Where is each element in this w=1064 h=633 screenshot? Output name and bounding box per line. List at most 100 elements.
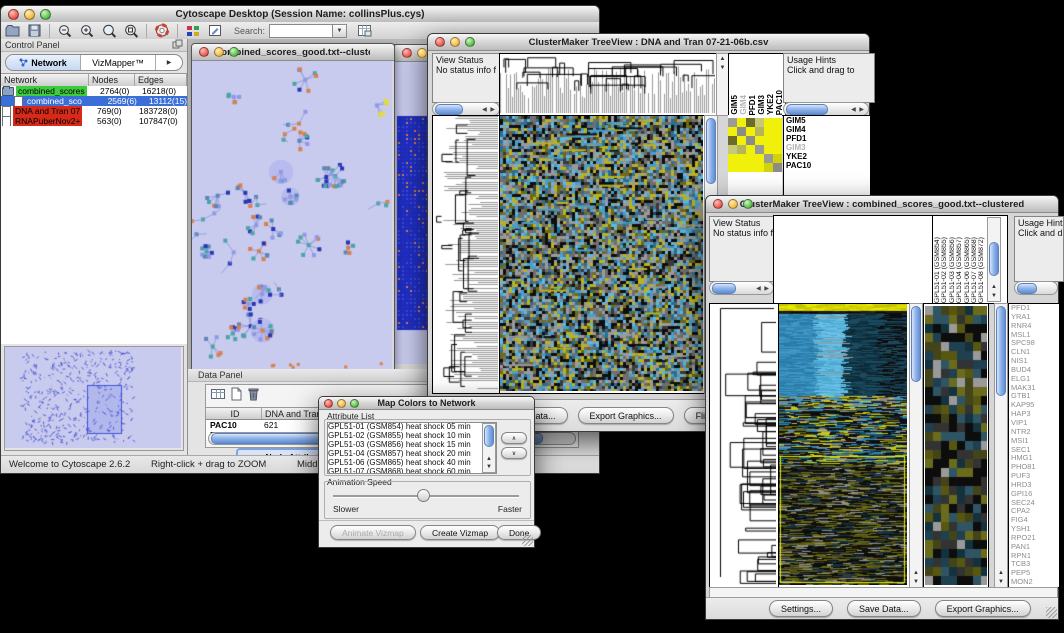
tab-network[interactable]: Network [6, 55, 81, 70]
zoom-fit-button[interactable] [120, 23, 142, 39]
close-icon[interactable] [713, 199, 723, 209]
zoom-window-icon[interactable] [743, 199, 753, 209]
col-edges[interactable]: Edges [135, 74, 187, 86]
tv1-row-dendrogram[interactable] [432, 115, 501, 394]
network-view-1-canvas[interactable] [192, 61, 392, 369]
save-button[interactable] [23, 23, 45, 39]
network-tree-row[interactable]: RNAPuberNov2+ 563(0) 107847(0) [1, 116, 187, 126]
search-input[interactable] [269, 24, 333, 38]
column-label[interactable]: GPL51-06 (GSM865) [964, 237, 971, 303]
zoom-out-button[interactable] [54, 23, 76, 39]
tv2-collabel-scrollbar[interactable]: ▲ ▼ [987, 217, 1001, 302]
tv2-hints-scrollbar[interactable] [1014, 281, 1058, 295]
resize-grip[interactable] [1046, 607, 1057, 618]
col-network[interactable]: Network [1, 74, 89, 86]
tv1-status-scrollbar[interactable]: ◀ ▶ [432, 102, 500, 116]
table-icon[interactable] [210, 387, 226, 406]
column-label[interactable]: PFD1 [749, 95, 757, 115]
scroll-down-icon[interactable]: ▼ [988, 292, 1000, 300]
scrollbar-thumb[interactable] [996, 306, 1006, 396]
main-titlebar[interactable]: Cytoscape Desktop (Session Name: collins… [1, 6, 599, 23]
minimize-icon[interactable] [214, 47, 224, 57]
open-file-button[interactable] [1, 23, 23, 39]
minimize-icon[interactable] [24, 9, 35, 20]
zoom-window-icon[interactable] [350, 399, 359, 408]
scrollbar-thumb[interactable] [989, 242, 999, 276]
close-icon[interactable] [199, 47, 209, 57]
delete-attribute-icon[interactable] [247, 387, 260, 406]
scroll-up-icon[interactable]: ▲ [717, 55, 728, 63]
tv2-heatmap-canvas[interactable] [779, 304, 907, 585]
new-attribute-icon[interactable] [230, 387, 243, 406]
scrollbar-thumb[interactable] [911, 306, 921, 382]
tab-vizmapper[interactable]: VizMapper™ [81, 55, 156, 70]
row-label[interactable]: GIM4 [786, 125, 870, 134]
close-icon[interactable] [324, 399, 333, 408]
network-overview-panel[interactable] [4, 346, 184, 451]
row-label[interactable]: GIM5 [786, 116, 870, 125]
minimize-icon[interactable] [450, 37, 460, 47]
network-tree-row[interactable]: combined_scores 2764(0) 16218(0) [1, 86, 187, 96]
attribute-list[interactable]: GPL51-01 (GSM854) heat shock 05 minGPL51… [327, 422, 497, 474]
network-overview-canvas[interactable] [5, 347, 181, 448]
search-dropdown-icon[interactable]: ▼ [333, 24, 347, 38]
tv2-genelist-scrollbar[interactable]: ▲ ▼ [994, 303, 1008, 588]
tv2-vscrollbar[interactable]: ▲ ▼ [909, 303, 923, 588]
tv1-heatmap[interactable] [499, 115, 706, 394]
attribute-list-scrollbar[interactable]: ▲ ▼ [482, 423, 496, 473]
minimize-icon[interactable] [728, 199, 738, 209]
move-up-button[interactable]: ∧ [501, 432, 527, 444]
tv1-zoom-matrix[interactable] [728, 118, 782, 172]
column-label[interactable]: GIM3 [758, 95, 766, 115]
treeview-button[interactable]: Save Data... [847, 600, 921, 617]
scroll-up-icon[interactable]: ▲ [988, 283, 1000, 291]
column-label[interactable]: GPL51-04 (GSM857) [956, 237, 963, 303]
network-tree-row[interactable]: combined_sco 2569(6) 13112(15) [1, 96, 187, 106]
row-label[interactable]: PFD1 [786, 134, 870, 143]
annotation-icon[interactable] [204, 23, 226, 39]
scroll-down-icon[interactable]: ▼ [483, 463, 495, 471]
scroll-arrows[interactable]: ◀ ▶ [851, 106, 868, 113]
tv1-hints-scrollbar[interactable]: ◀ ▶ [783, 102, 869, 116]
row-label[interactable]: PAC10 [786, 161, 870, 170]
tv1-column-dendrogram-canvas[interactable] [500, 54, 715, 113]
row-label[interactable]: YKE2 [786, 152, 870, 161]
tv2-row-dendrogram-canvas[interactable] [710, 304, 776, 585]
vizmapper-icon[interactable] [182, 23, 204, 39]
create-vizmap-button[interactable]: Create Vizmap [420, 525, 500, 540]
scroll-down-icon[interactable]: ▼ [717, 64, 728, 72]
done-button[interactable]: Done [497, 525, 541, 540]
move-down-button[interactable]: ∨ [501, 447, 527, 459]
close-icon[interactable] [435, 37, 445, 47]
scroll-down-icon[interactable]: ▼ [910, 578, 922, 586]
network-view-2-canvas[interactable] [395, 62, 427, 364]
tv2-status-scrollbar[interactable]: ◀ ▶ [709, 281, 774, 295]
row-label[interactable]: GIM3 [786, 143, 870, 152]
zoom-window-icon[interactable] [40, 9, 51, 20]
network-window-titlebar[interactable]: combined_scores_good.txt--cluste... [192, 44, 394, 61]
treeview1-titlebar[interactable]: ClusterMaker TreeView : DNA and Tran 07-… [428, 34, 869, 51]
dialog-titlebar[interactable]: Map Colors to Network [319, 397, 534, 410]
tv2-heatmap[interactable] [778, 303, 910, 588]
float-panel-icon[interactable] [172, 36, 183, 54]
attribute-list-item[interactable]: GPL51-07 (GSM868) heat shock 60 min [328, 468, 496, 474]
scroll-up-icon[interactable]: ▲ [995, 569, 1007, 577]
scroll-down-icon[interactable]: ▼ [995, 578, 1007, 586]
zoom-selected-button[interactable] [98, 23, 120, 39]
window-controls[interactable] [8, 9, 51, 20]
scroll-arrows[interactable]: ◀ ▶ [756, 285, 773, 292]
gene-label[interactable]: MON2 [1011, 578, 1059, 587]
tv1-heatmap-canvas[interactable] [500, 116, 703, 391]
treeview-button[interactable]: Settings... [769, 600, 833, 617]
treeview-button[interactable]: Export Graphics... [578, 407, 674, 424]
col-id[interactable]: ID [206, 408, 262, 419]
speed-slider-thumb[interactable] [417, 489, 430, 502]
network-tree-row[interactable]: DNA and Tran 07 769(0) 183728(0) [1, 106, 187, 116]
scroll-up-icon[interactable]: ▲ [483, 455, 495, 463]
minimize-icon[interactable] [417, 48, 427, 58]
col-nodes[interactable]: Nodes [89, 74, 135, 86]
scroll-arrows[interactable]: ◀ ▶ [482, 106, 499, 113]
treeview2-titlebar[interactable]: ClusterMaker TreeView : combined_scores_… [706, 196, 1058, 213]
zoom-in-button[interactable] [76, 23, 98, 39]
zoom-window-icon[interactable] [229, 47, 239, 57]
